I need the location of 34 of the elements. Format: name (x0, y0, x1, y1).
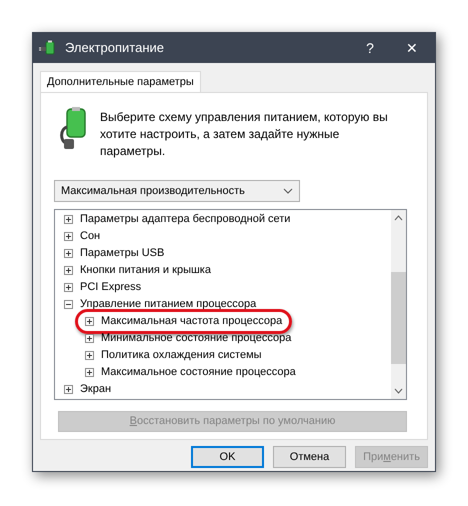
tree-item[interactable]: Минимальное состояние процессора (101, 330, 292, 347)
tree-item[interactable]: Политика охлаждения системы (101, 347, 262, 364)
expand-icon[interactable] (64, 385, 73, 394)
tree-item[interactable]: Сон (80, 228, 100, 245)
intro-text: Выберите схему управления питанием, которую вы хотите настроить, а затем задайте нужные параметры. (100, 109, 389, 160)
tree-item[interactable]: Параметры адаптера беспроводной сети (80, 211, 290, 228)
tree-item[interactable]: Кнопки питания и крышка (80, 262, 211, 279)
expand-icon[interactable] (64, 283, 73, 292)
expand-icon[interactable] (64, 249, 73, 258)
tree-item[interactable]: Параметры USB (80, 245, 164, 262)
tree-item[interactable]: Экран (80, 381, 112, 398)
tree-item[interactable]: Управление питанием процессора (80, 296, 256, 313)
scrollbar[interactable] (391, 210, 406, 399)
close-button[interactable]: ✕ (389, 33, 435, 63)
dialog-button[interactable]: OK (191, 446, 264, 468)
expand-icon[interactable] (85, 351, 94, 360)
plan-dropdown[interactable]: Максимальная производительность (54, 180, 300, 202)
expand-icon[interactable] (64, 215, 73, 224)
window-title: Электропитание (65, 39, 164, 58)
tab[interactable]: Дополнительные параметры (40, 71, 201, 92)
expand-icon[interactable] (85, 317, 94, 326)
expand-icon[interactable] (64, 232, 73, 241)
help-button[interactable]: ? (351, 33, 389, 63)
chevron-down-icon (283, 188, 293, 194)
expand-icon[interactable] (85, 368, 94, 377)
tree-item[interactable]: Максимальное состояние процессора (101, 364, 296, 381)
dialog-button[interactable]: Отмена (273, 446, 346, 468)
tree-item[interactable]: PCI Express (80, 279, 142, 296)
expand-icon[interactable] (85, 334, 94, 343)
battery-plug-icon (39, 40, 57, 56)
scrollbar-thumb[interactable] (391, 272, 406, 364)
expand-icon[interactable] (64, 266, 73, 275)
tree-item[interactable]: Максимальная частота процессора (101, 313, 282, 330)
collapse-icon[interactable] (64, 300, 73, 309)
